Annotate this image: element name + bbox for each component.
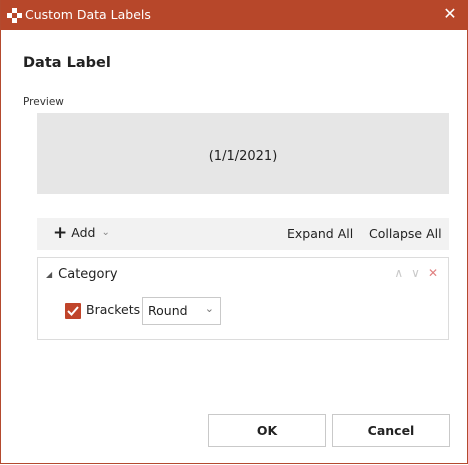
add-button[interactable]: + Add ⌄	[53, 222, 110, 243]
ok-button[interactable]: OK	[208, 414, 326, 447]
label-toolbar: + Add ⌄ Expand All Collapse All	[37, 218, 449, 250]
close-icon[interactable]: ✕	[441, 4, 459, 24]
bracket-style-value: Round	[148, 303, 188, 318]
label-elements-panel: ◢ Category ∧ ∨ ✕ Brackets Round ⌄	[37, 257, 449, 340]
custom-data-labels-dialog: Custom Data Labels ✕ Data Label Preview …	[0, 0, 468, 464]
preview-label: Preview	[23, 96, 64, 108]
title-bar: Custom Data Labels ✕	[1, 0, 468, 30]
plus-icon: +	[53, 222, 68, 243]
brackets-checkbox[interactable]	[65, 303, 81, 319]
collapse-triangle-icon[interactable]: ◢	[46, 270, 52, 279]
move-down-icon[interactable]: ∨	[411, 266, 420, 280]
expand-all-button[interactable]: Expand All	[287, 226, 353, 241]
preview-box: (1/1/2021)	[37, 113, 449, 194]
move-up-icon[interactable]: ∧	[394, 266, 403, 280]
category-label: Category	[58, 267, 118, 282]
cancel-button[interactable]: Cancel	[332, 414, 450, 447]
preview-text: (1/1/2021)	[208, 149, 278, 164]
chevron-down-icon: ⌄	[204, 302, 214, 315]
app-icon	[7, 8, 22, 23]
delete-icon[interactable]: ✕	[428, 266, 438, 280]
bracket-style-select[interactable]: Round ⌄	[142, 297, 221, 325]
chevron-down-icon: ⌄	[101, 227, 110, 238]
dialog-heading: Data Label	[23, 55, 111, 71]
row-controls: ∧ ∨ ✕	[394, 266, 438, 280]
collapse-all-button[interactable]: Collapse All	[369, 226, 442, 241]
window-title: Custom Data Labels	[25, 7, 151, 22]
brackets-label: Brackets	[86, 302, 141, 317]
category-row[interactable]: ◢ Category	[46, 267, 118, 282]
add-button-label: Add	[71, 225, 96, 240]
